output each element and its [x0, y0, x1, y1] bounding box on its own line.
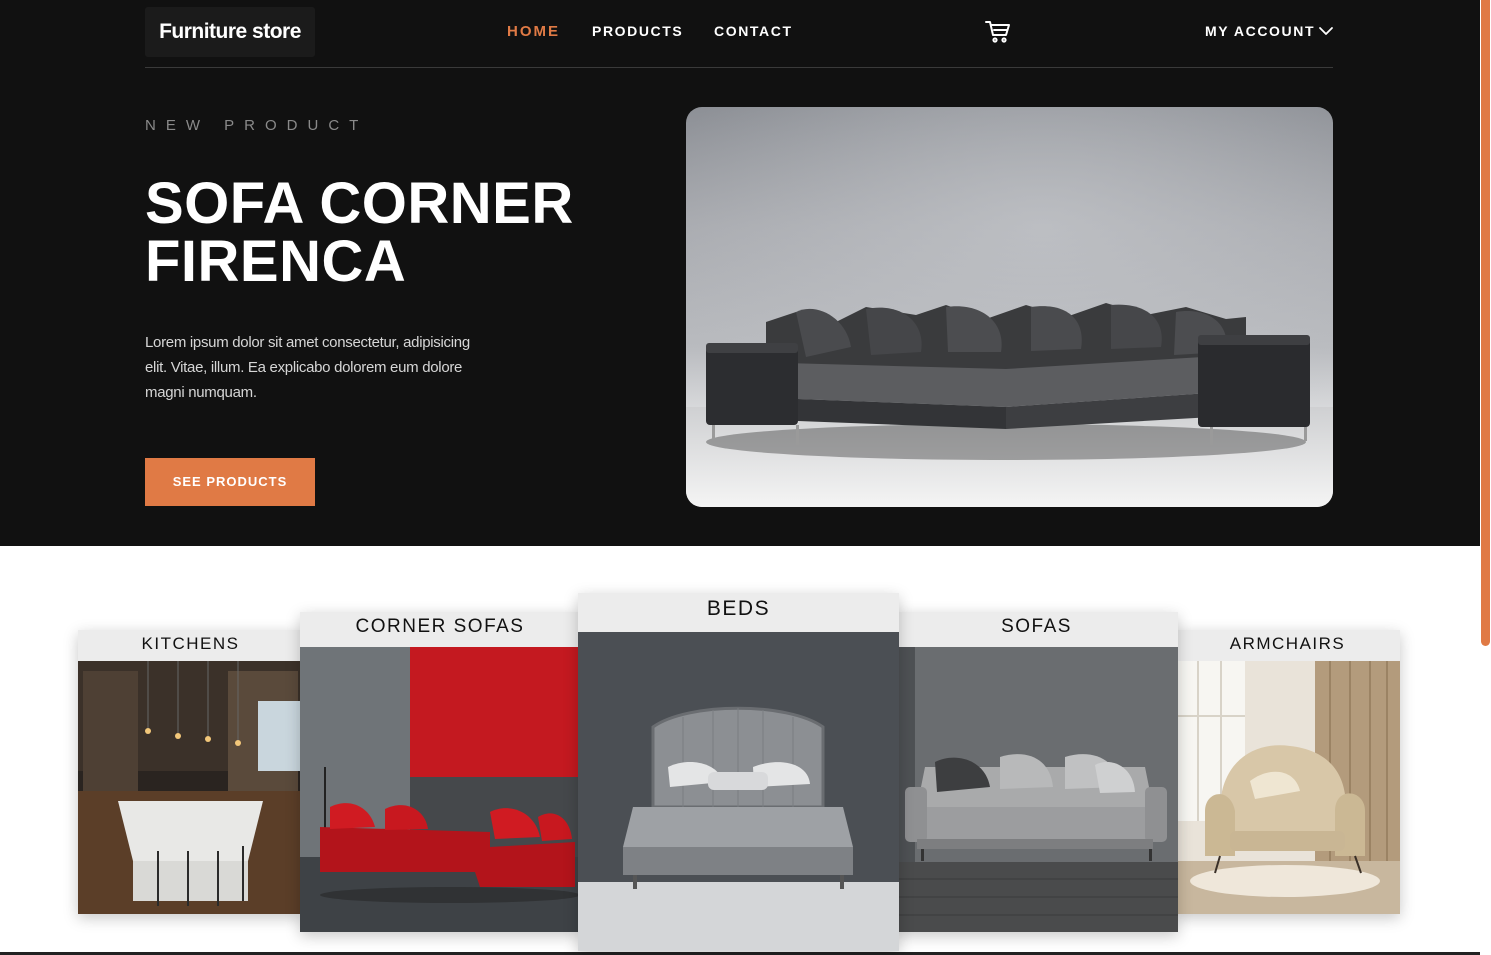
site-logo[interactable]: Furniture store	[145, 7, 315, 57]
hero-title: SOFA CORNER FIRENCA	[145, 175, 665, 291]
see-products-button[interactable]: SEE PRODUCTS	[145, 458, 315, 506]
hero-section: Furniture store HOME PRODUCTS CONTACT MY…	[0, 0, 1480, 546]
category-label: BEDS	[706, 597, 771, 620]
category-label: CORNER SOFAS	[355, 616, 525, 637]
shopping-cart-icon[interactable]	[985, 20, 1011, 44]
chevron-down-icon[interactable]	[1318, 24, 1334, 36]
category-label: SOFAS	[1001, 616, 1072, 637]
nav-products[interactable]: PRODUCTS	[592, 23, 683, 39]
hero-sofa-image	[686, 107, 1333, 507]
sofas-image	[895, 647, 1178, 932]
header-divider	[145, 67, 1333, 68]
hero-description: Lorem ipsum dolor sit amet consectetur, …	[145, 334, 470, 401]
corner-sofas-image	[300, 647, 580, 932]
armchairs-image	[1175, 661, 1400, 914]
category-card-sofas[interactable]: SOFAS	[895, 612, 1178, 932]
hero-title-line-1: SOFA CORNER	[145, 171, 574, 236]
category-card-kitchens[interactable]: KITCHENS	[78, 630, 303, 914]
category-card-beds[interactable]: BEDS	[578, 593, 899, 951]
kitchens-image	[78, 661, 303, 914]
nav-home[interactable]: HOME	[507, 23, 560, 40]
category-label: ARMCHAIRS	[1229, 634, 1346, 653]
category-card-armchairs[interactable]: ARMCHAIRS	[1175, 630, 1400, 914]
scrollbar-thumb[interactable]	[1481, 0, 1490, 646]
my-account-menu[interactable]: MY ACCOUNT	[1205, 23, 1315, 39]
hero-eyebrow: NEW PRODUCT	[145, 117, 369, 134]
category-card-corner-sofas[interactable]: CORNER SOFAS	[300, 612, 580, 932]
hero-title-line-2: FIRENCA	[145, 229, 407, 294]
category-label: KITCHENS	[141, 634, 240, 653]
nav-contact[interactable]: CONTACT	[714, 23, 793, 39]
beds-image	[578, 632, 899, 951]
